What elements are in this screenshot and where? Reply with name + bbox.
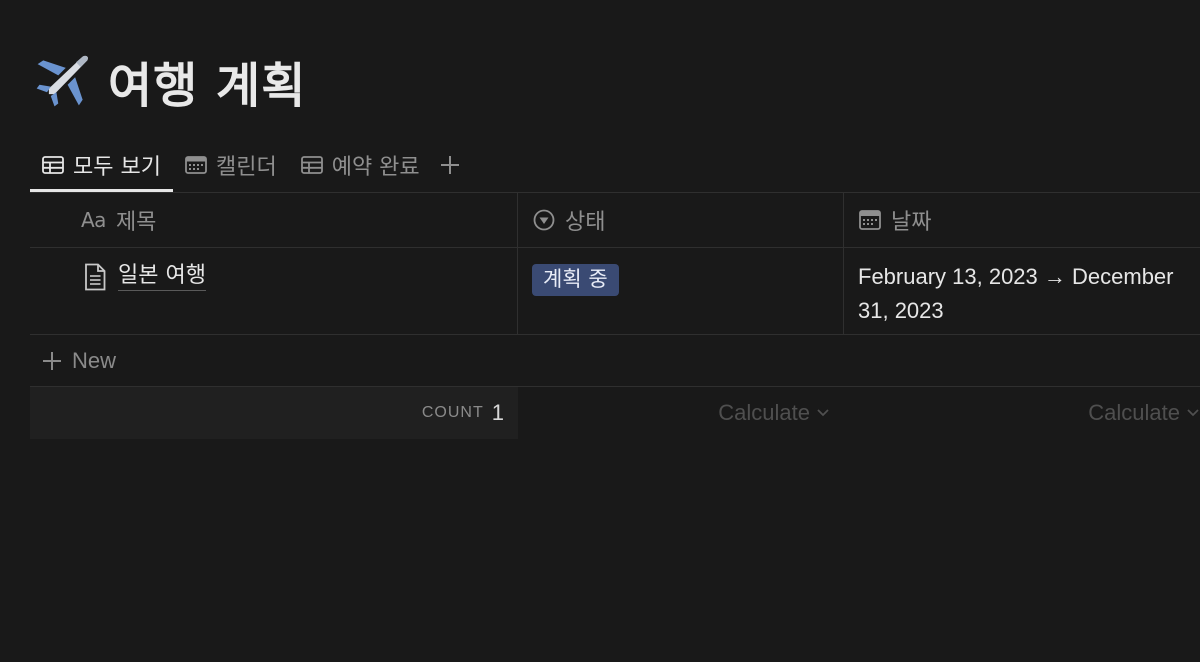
tab-label: 캘린더 — [215, 155, 277, 180]
calculate-date-button[interactable]: Calculate — [844, 387, 1200, 439]
status-badge: 계획 중 — [532, 264, 619, 296]
tab-label: 모두 보기 — [73, 155, 161, 180]
column-label: 제목 — [115, 210, 157, 235]
column-header-title[interactable]: Aa 제목 — [30, 193, 518, 247]
tab-calendar-view[interactable]: 캘린더 — [173, 138, 289, 192]
calculate-label: Calculate — [718, 400, 810, 425]
tab-booked-view[interactable]: 예약 완료 — [289, 138, 432, 192]
table-header: Aa 제목 상태 날짜 — [30, 192, 1200, 247]
new-row-label: New — [72, 347, 117, 373]
page-icon — [85, 263, 106, 291]
table-icon — [42, 156, 64, 174]
database-page: 여행 계획 모두 보기 캘린더 예약 완료 Aa 제목 상태 날짜 일본 여행 … — [0, 0, 1200, 662]
chevron-down-icon — [1187, 409, 1199, 417]
calculate-label: Calculate — [1088, 400, 1180, 425]
table-row[interactable]: 일본 여행 계획 중 February 13, 2023 → December … — [30, 247, 1200, 335]
table-icon — [300, 156, 323, 174]
plus-icon — [43, 351, 61, 370]
row-title-link[interactable]: 일본 여행 — [118, 262, 206, 291]
status-icon — [533, 209, 555, 231]
airplane-icon[interactable] — [32, 51, 92, 111]
page-title-text: 여행 계획 — [108, 58, 307, 114]
date-range-text: February 13, 2023 → December 31, 2023 — [858, 264, 1174, 323]
text-property-icon: Aa — [81, 208, 106, 232]
count-value: 1 — [491, 400, 504, 425]
count-calculation[interactable]: COUNT 1 — [30, 387, 518, 439]
add-view-button[interactable] — [432, 138, 468, 192]
calculation-row: COUNT 1 Calculate Calculate — [30, 387, 1200, 439]
database-table: Aa 제목 상태 날짜 일본 여행 계획 중 February 13, 2023… — [30, 192, 1200, 439]
plus-icon — [440, 156, 459, 174]
tab-label: 예약 완료 — [331, 155, 420, 180]
calendar-icon — [859, 210, 881, 230]
new-row-button[interactable]: New — [30, 335, 1200, 387]
calendar-icon — [185, 156, 207, 174]
view-tabs: 모두 보기 캘린더 예약 완료 — [30, 138, 468, 192]
status-cell[interactable]: 계획 중 — [518, 248, 844, 334]
calculate-status-button[interactable]: Calculate — [518, 387, 844, 439]
chevron-down-icon — [817, 409, 829, 417]
column-label: 날짜 — [891, 210, 932, 235]
column-header-date[interactable]: 날짜 — [844, 193, 1200, 247]
page-title: 여행 계획 — [32, 46, 306, 116]
date-cell[interactable]: February 13, 2023 → December 31, 2023 — [844, 248, 1200, 334]
column-header-status[interactable]: 상태 — [518, 193, 844, 247]
column-label: 상태 — [565, 210, 606, 235]
tab-all-view[interactable]: 모두 보기 — [30, 138, 173, 192]
count-label: COUNT — [421, 404, 484, 421]
title-cell[interactable]: 일본 여행 — [30, 248, 518, 334]
